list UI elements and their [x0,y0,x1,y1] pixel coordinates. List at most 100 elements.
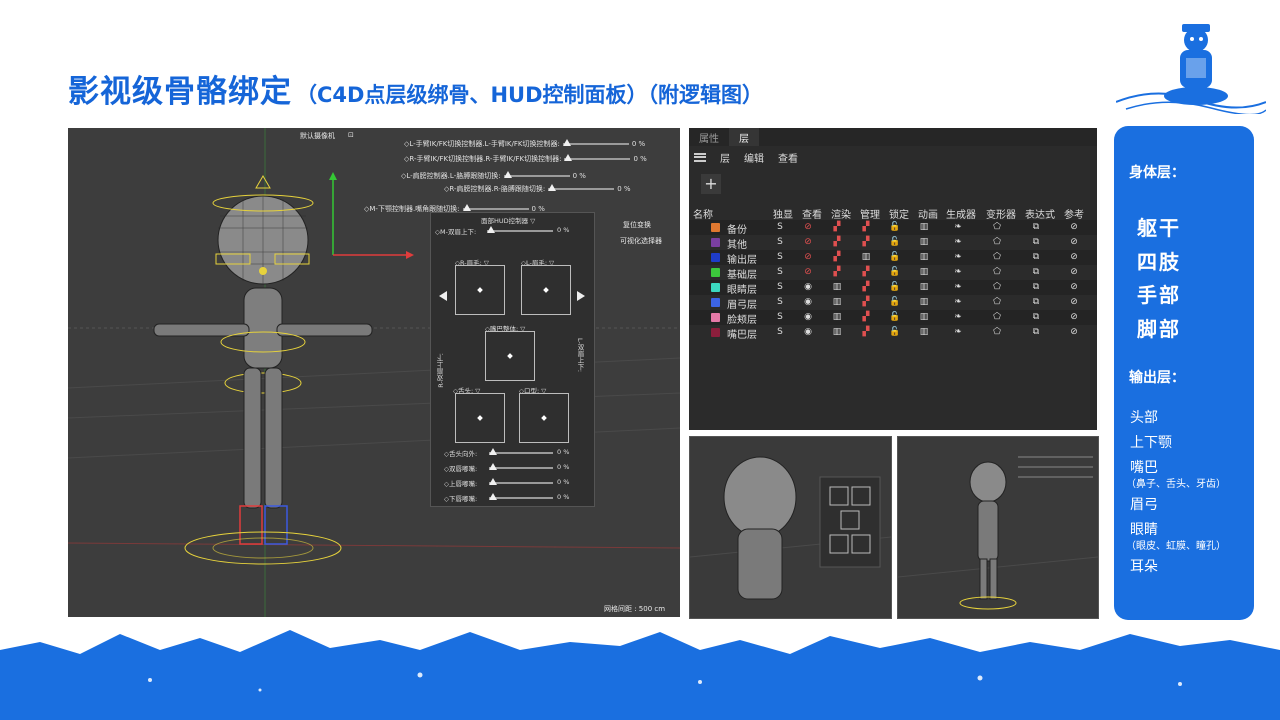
manage-icon[interactable]: ▞ [859,280,873,295]
layer-color-swatch[interactable] [711,223,720,232]
lower-lip-slider[interactable] [489,493,553,500]
layer-color-swatch[interactable] [711,283,720,292]
ik-fk-right-control[interactable]: ◇R-手臂IK/FK切换控制器.R-手臂IK/FK切换控制器: 0 % [404,154,647,164]
solo-icon[interactable]: S [773,280,787,295]
view-on-icon[interactable]: ◉ [801,295,815,310]
expression-icon[interactable]: ⧉ [1029,220,1043,235]
r-brow-arrow-icon[interactable] [439,291,447,301]
generator-icon[interactable]: ❧ [951,280,965,295]
deformer-icon[interactable]: ⬠ [990,295,1004,310]
r-brow-pad[interactable] [455,265,505,315]
generator-icon[interactable]: ❧ [951,325,965,340]
deformer-icon[interactable]: ⬠ [990,325,1004,340]
expression-icon[interactable]: ⧉ [1029,295,1043,310]
add-layer-button[interactable]: + [701,174,721,194]
menu-view[interactable]: 查看 [778,150,798,165]
ik-fk-right-slider[interactable] [564,154,631,161]
l-brow-pad[interactable] [521,265,571,315]
view-off-icon[interactable]: ⊘ [801,235,815,250]
generator-icon[interactable]: ❧ [951,265,965,280]
reset-transform-button[interactable]: 复位变换 [623,220,651,230]
layer-color-swatch[interactable] [711,268,720,277]
layer-name[interactable]: 其他 [727,236,747,251]
tab-layers[interactable]: 层 [729,128,759,146]
lips-pout-slider[interactable] [489,463,553,470]
expression-icon[interactable]: ⧉ [1029,250,1043,265]
face-hud-panel[interactable]: 面部HUD控制器 ▽ ◇M-双眉上下: 0 % ◇R-眉毛: ▽ ◇L-眉毛: … [430,212,595,507]
deformer-icon[interactable]: ⬠ [990,265,1004,280]
generator-icon[interactable]: ❧ [951,295,965,310]
generator-icon[interactable]: ❧ [951,250,965,265]
anim-icon[interactable]: ▥ [917,235,931,250]
layer-name[interactable]: 输出层 [727,251,757,266]
menu-layer[interactable]: 层 [720,150,730,165]
visual-selector-button[interactable]: 可视化选择器 [620,236,662,246]
layer-name[interactable]: 备份 [727,221,747,236]
layer-name[interactable]: 基础层 [727,266,757,281]
expression-icon[interactable]: ⧉ [1029,265,1043,280]
generator-icon[interactable]: ❧ [951,310,965,325]
brow-updown-slider[interactable] [487,226,553,233]
layer-color-swatch[interactable] [711,238,720,247]
generator-icon[interactable]: ❧ [951,220,965,235]
deformer-icon[interactable]: ⬠ [990,280,1004,295]
ik-fk-left-slider[interactable] [562,139,629,146]
shoulder-right-slider[interactable] [548,184,615,191]
deformer-icon[interactable]: ⬠ [990,235,1004,250]
layer-row[interactable]: 眼睛层 S ◉ ▥ ▞ 🔓 ▥ ❧ ⬠ ⧉ ⊘ [689,280,1097,296]
expression-icon[interactable]: ⧉ [1029,325,1043,340]
solo-icon[interactable]: S [773,250,787,265]
layer-color-swatch[interactable] [711,313,720,322]
shoulder-left-control[interactable]: ◇L-肩膀控制器.L-胳膊跟随切换: 0 % [401,171,586,181]
tongue-pad[interactable] [455,393,505,443]
layer-row[interactable]: 输出层 S ⊘ ▞ ▥ 🔓 ▥ ❧ ⬠ ⧉ ⊘ [689,250,1097,266]
render-icon[interactable]: ▥ [830,325,844,340]
render-icon[interactable]: ▞ [830,220,844,235]
view-off-icon[interactable]: ⊘ [801,220,815,235]
generator-icon[interactable]: ❧ [951,235,965,250]
tab-attributes[interactable]: 属性 [689,128,729,146]
expression-icon[interactable]: ⧉ [1029,310,1043,325]
anim-icon[interactable]: ▥ [917,250,931,265]
jaw-slider[interactable] [462,204,529,211]
anim-icon[interactable]: ▥ [917,295,931,310]
lock-icon[interactable]: 🔓 [888,235,902,250]
manage-icon[interactable]: ▥ [859,250,873,265]
render-icon[interactable]: ▞ [830,265,844,280]
manage-icon[interactable]: ▞ [859,325,873,340]
render-icon[interactable]: ▞ [830,235,844,250]
expression-icon[interactable]: ⧉ [1029,235,1043,250]
layer-row[interactable]: 基础层 S ⊘ ▞ ▞ 🔓 ▥ ❧ ⬠ ⧉ ⊘ [689,265,1097,281]
reference-icon[interactable]: ⊘ [1067,265,1081,280]
render-icon[interactable]: ▥ [830,310,844,325]
render-icon[interactable]: ▥ [830,280,844,295]
tongue-out-slider[interactable] [489,448,553,455]
viewport-thumb-fullbody[interactable] [897,436,1099,619]
menu-edit[interactable]: 编辑 [744,150,764,165]
lock-icon[interactable]: 🔓 [888,280,902,295]
upper-lip-slider[interactable] [489,478,553,485]
layer-color-swatch[interactable] [711,298,720,307]
shoulder-left-slider[interactable] [503,171,570,178]
view-on-icon[interactable]: ◉ [801,310,815,325]
deformer-icon[interactable]: ⬠ [990,250,1004,265]
solo-icon[interactable]: S [773,295,787,310]
deformer-icon[interactable]: ⬠ [990,310,1004,325]
layer-name[interactable]: 眉弓层 [727,296,757,311]
layer-name[interactable]: 脸颊层 [727,311,757,326]
manage-icon[interactable]: ▞ [859,265,873,280]
lock-icon[interactable]: 🔓 [888,295,902,310]
hamburger-icon[interactable] [694,152,706,162]
anim-icon[interactable]: ▥ [917,265,931,280]
solo-icon[interactable]: S [773,235,787,250]
layer-row[interactable]: 备份 S ⊘ ▞ ▞ 🔓 ▥ ❧ ⬠ ⧉ ⊘ [689,220,1097,236]
viewport-thumb-closeup[interactable] [689,436,892,619]
reference-icon[interactable]: ⊘ [1067,250,1081,265]
layer-name[interactable]: 眼睛层 [727,281,757,296]
reference-icon[interactable]: ⊘ [1067,235,1081,250]
view-off-icon[interactable]: ⊘ [801,265,815,280]
mouth-shape-pad[interactable] [519,393,569,443]
reference-icon[interactable]: ⊘ [1067,325,1081,340]
deformer-icon[interactable]: ⬠ [990,220,1004,235]
lock-icon[interactable]: 🔓 [888,325,902,340]
